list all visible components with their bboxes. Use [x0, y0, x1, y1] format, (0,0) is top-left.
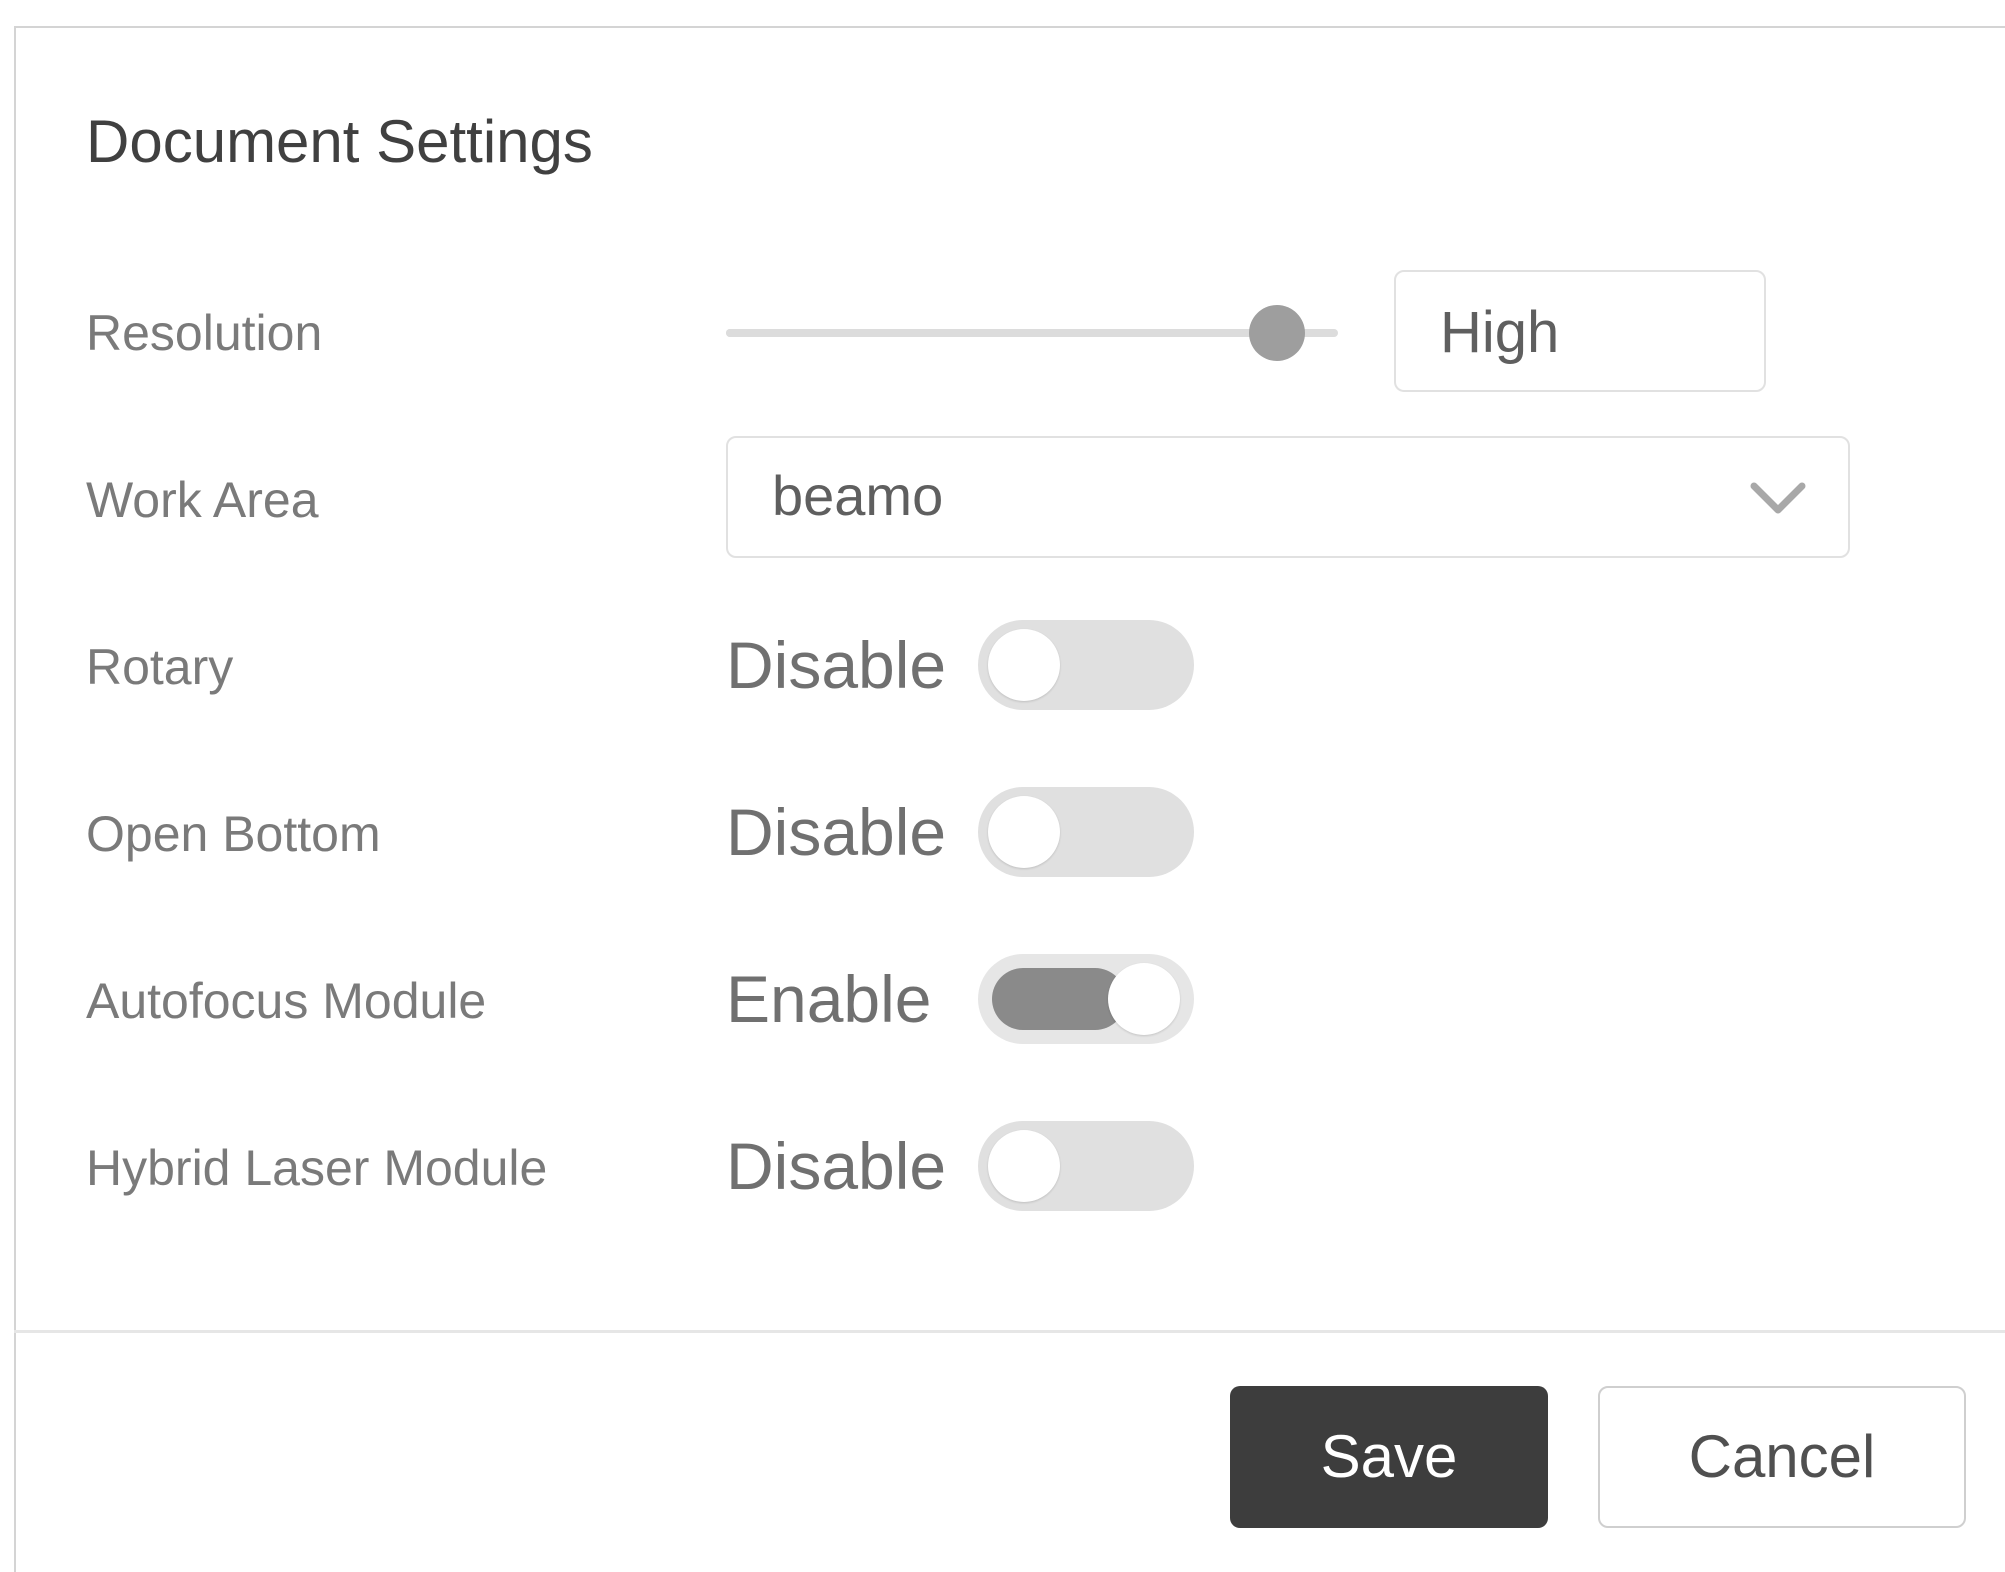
- open-bottom-label: Open Bottom: [86, 806, 381, 862]
- work-area-label: Work Area: [86, 472, 319, 528]
- toggle-knob: [988, 1130, 1060, 1202]
- open-bottom-toggle[interactable]: [978, 787, 1194, 877]
- open-bottom-state-text: Disable: [726, 795, 947, 869]
- save-button[interactable]: Save: [1230, 1386, 1548, 1528]
- autofocus-state-text: Enable: [726, 962, 932, 1036]
- hybrid-laser-toggle[interactable]: [978, 1121, 1194, 1211]
- work-area-selected-value: beamo: [772, 464, 944, 527]
- hybrid-laser-module-label: Hybrid Laser Module: [86, 1140, 548, 1196]
- resolution-slider[interactable]: [712, 300, 1352, 366]
- cancel-button[interactable]: Cancel: [1598, 1386, 1966, 1528]
- rotary-label: Rotary: [86, 639, 234, 695]
- footer-divider: [14, 1330, 2005, 1333]
- hybrid-laser-state-text: Disable: [726, 1129, 947, 1203]
- slider-thumb[interactable]: [1248, 305, 1305, 361]
- chevron-down-icon: [1750, 482, 1806, 514]
- slider-fill: [726, 329, 1277, 337]
- rotary-toggle[interactable]: [978, 620, 1194, 710]
- dialog-title: Document Settings: [86, 108, 593, 175]
- toggle-knob: [988, 629, 1060, 701]
- resolution-label: Resolution: [86, 305, 323, 361]
- work-area-select[interactable]: beamo: [726, 436, 1850, 558]
- autofocus-module-label: Autofocus Module: [86, 973, 487, 1029]
- toggle-fill: [992, 968, 1126, 1030]
- resolution-value-box[interactable]: High: [1394, 270, 1766, 392]
- rotary-state-text: Disable: [726, 628, 947, 702]
- resolution-value: High: [1440, 300, 1560, 365]
- autofocus-toggle[interactable]: [978, 954, 1194, 1044]
- toggle-knob: [1108, 963, 1180, 1035]
- toggle-knob: [988, 796, 1060, 868]
